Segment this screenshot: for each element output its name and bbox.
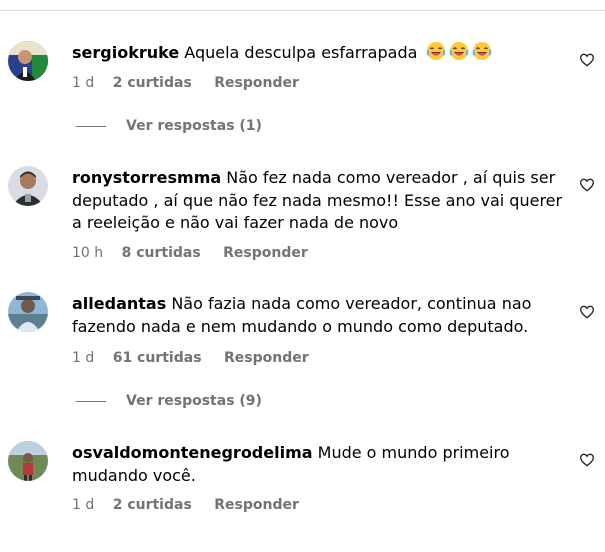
comment-text: alledantas Não fazia nada como vereador,… — [72, 293, 566, 338]
comment-meta: 1 d 2 curtidas Responder — [72, 75, 299, 91]
view-replies-button[interactable]: Ver respostas (9) — [76, 393, 262, 409]
comment-username[interactable]: ronystorresmma — [72, 168, 221, 187]
replies-divider-line — [76, 400, 106, 402]
comment-likes[interactable]: 2 curtidas — [113, 497, 192, 513]
avatar[interactable] — [8, 441, 48, 481]
comment-username[interactable]: sergiokruke — [72, 43, 179, 62]
comment-text: sergiokruke Aquela desculpa esfarrapada — [72, 41, 566, 65]
reply-button[interactable]: Responder — [214, 75, 299, 91]
comment-time[interactable]: 1 d — [72, 75, 94, 91]
comment-likes[interactable]: 61 curtidas — [113, 350, 202, 366]
like-heart-icon[interactable] — [579, 452, 595, 468]
comment-body: Aquela desculpa esfarrapada — [184, 43, 418, 62]
avatar[interactable] — [8, 41, 48, 81]
comment-likes[interactable]: 2 curtidas — [113, 75, 192, 91]
laughing-emoji-icon — [449, 42, 468, 60]
view-replies-label: Ver respostas (9) — [126, 393, 262, 409]
comment-time[interactable]: 1 d — [72, 350, 94, 366]
like-heart-icon[interactable] — [579, 52, 595, 68]
like-heart-icon[interactable] — [579, 177, 595, 193]
reply-button[interactable]: Responder — [214, 497, 299, 513]
reply-button[interactable]: Responder — [223, 245, 308, 261]
laughing-emoji-icon — [426, 42, 445, 60]
comment-meta: 1 d 2 curtidas Responder — [72, 497, 299, 513]
top-divider — [0, 10, 605, 11]
comment-time[interactable]: 10 h — [72, 245, 103, 261]
comment-meta: 10 h 8 curtidas Responder — [72, 245, 308, 261]
reply-button[interactable]: Responder — [224, 350, 309, 366]
avatar[interactable] — [8, 166, 48, 206]
comment-time[interactable]: 1 d — [72, 497, 94, 513]
comment-username[interactable]: alledantas — [72, 294, 166, 313]
comment-text: osvaldomontenegrodelima Mude o mundo pri… — [72, 442, 566, 487]
replies-divider-line — [76, 125, 106, 127]
comment-likes[interactable]: 8 curtidas — [122, 245, 201, 261]
like-heart-icon[interactable] — [579, 304, 595, 320]
laughing-emoji-icon — [472, 42, 491, 60]
view-replies-button[interactable]: Ver respostas (1) — [76, 118, 262, 134]
comment-meta: 1 d 61 curtidas Responder — [72, 350, 309, 366]
comment-username[interactable]: osvaldomontenegrodelima — [72, 443, 313, 462]
view-replies-label: Ver respostas (1) — [126, 118, 262, 134]
comment-text: ronystorresmma Não fez nada como vereado… — [72, 167, 566, 235]
avatar[interactable] — [8, 292, 48, 332]
